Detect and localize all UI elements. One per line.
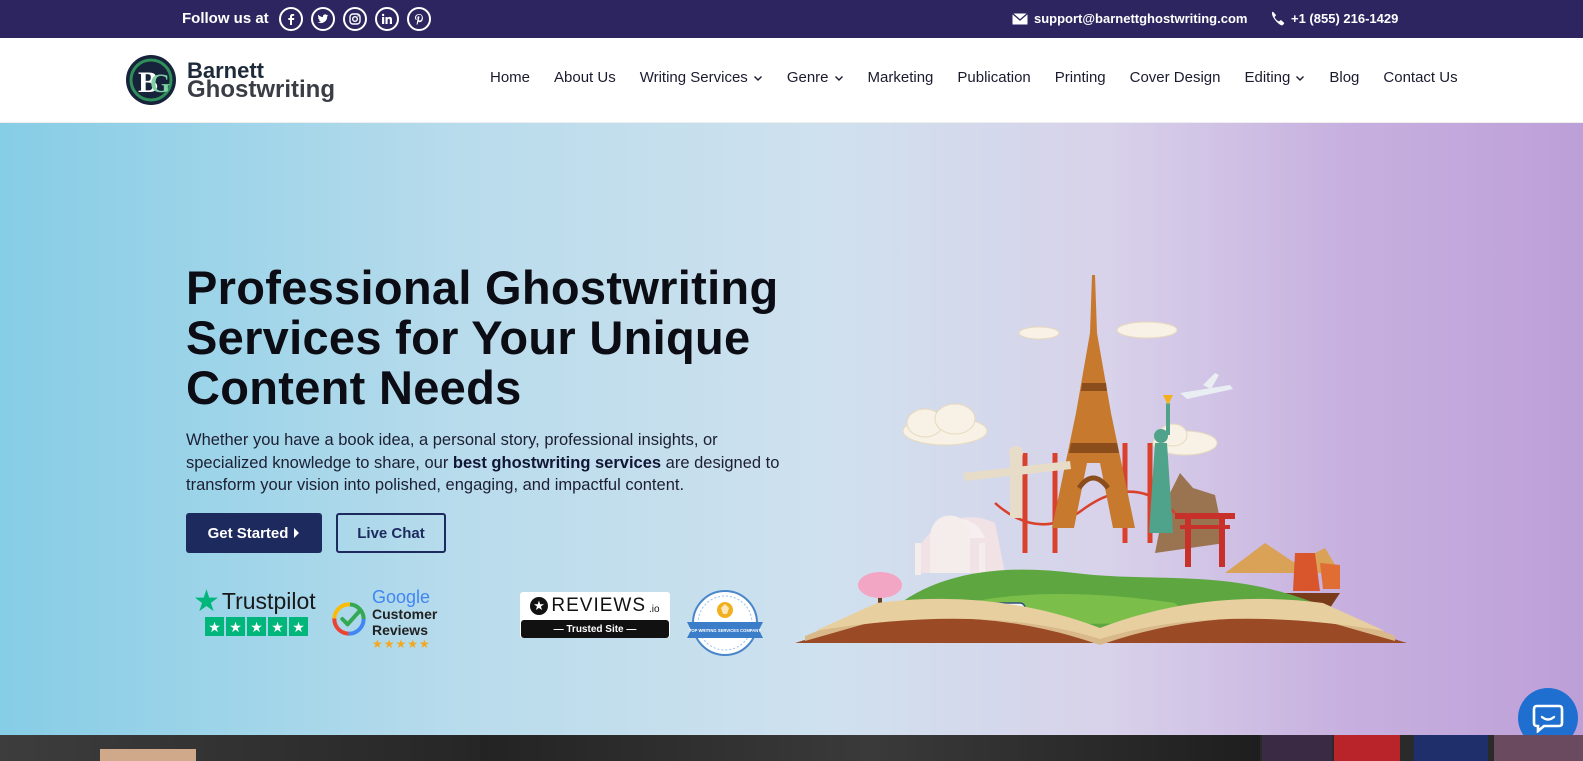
trustpilot-badge[interactable]: ★ Trustpilot ★ ★ ★ ★ ★	[193, 584, 323, 636]
follow-us-label: Follow us at	[182, 10, 269, 27]
hero-title-line-2: Services for Your Unique	[186, 311, 751, 364]
chat-icon	[1532, 704, 1564, 733]
nav-item-label: Marketing	[867, 69, 934, 86]
seal-text: TOP WRITING SERVICES COMPANY	[689, 628, 761, 633]
phone-link[interactable]: +1 (855) 216-1429	[1270, 11, 1398, 26]
nav-item-label: About Us	[554, 69, 616, 86]
google-reviews-badge[interactable]: Google Customer Reviews ★★★★★	[331, 588, 455, 650]
trustpilot-star-icon: ★	[193, 584, 220, 618]
trustpilot-label: Trustpilot	[221, 588, 316, 614]
twitter-icon[interactable]	[311, 7, 335, 31]
top-writing-services-seal[interactable]: TOP WRITING SERVICES COMPANY	[685, 588, 765, 658]
email-text: support@barnettghostwriting.com	[1034, 11, 1248, 26]
chevron-down-icon	[834, 75, 843, 81]
nav-item-label: Publication	[957, 69, 1031, 86]
nav-item-printing[interactable]: Printing	[1055, 69, 1106, 86]
nav-item-label: Writing Services	[639, 69, 748, 86]
nav-item-contact-us[interactable]: Contact Us	[1383, 69, 1457, 86]
nav-item-publication[interactable]: Publication	[957, 69, 1030, 86]
airplane-icon	[1180, 373, 1233, 399]
hero-description: Whether you have a book idea, a personal…	[186, 429, 786, 497]
book-cover-3	[1414, 735, 1488, 761]
trustpilot-stars: ★ ★ ★ ★ ★	[205, 617, 323, 636]
logo-line-2: Ghostwriting	[187, 76, 335, 103]
strip-image-left	[0, 735, 480, 761]
phone-icon	[1271, 11, 1285, 26]
nav-item-home[interactable]: Home	[490, 69, 530, 86]
pinterest-icon[interactable]	[407, 7, 431, 31]
nav-item-label: Genre	[786, 69, 829, 86]
top-bar: Follow us at support@barnettghostwriting…	[0, 0, 1583, 38]
hero-title-line-1: Professional Ghostwriting	[186, 261, 779, 314]
caret-right-icon	[294, 528, 300, 538]
google-customer-reviews-label: Customer Reviews	[371, 606, 438, 638]
reviews-brand: REVIEWS	[551, 595, 647, 616]
world-landmarks-book-illustration	[795, 275, 1407, 645]
hero-title-line-3: Content Needs	[186, 361, 522, 414]
hero-section: Professional Ghostwriting Services for Y…	[0, 123, 1583, 748]
book-cover-1	[1262, 735, 1332, 761]
strip-label-block	[100, 749, 196, 761]
google-stars: ★★★★★	[371, 637, 431, 651]
hero-desc-link[interactable]: best ghostwriting services	[453, 454, 661, 472]
site-logo[interactable]: B G Barnett Ghostwriting	[121, 54, 335, 106]
instagram-icon[interactable]	[343, 7, 367, 31]
site-header: B G Barnett Ghostwriting Home About Us Wri…	[0, 38, 1583, 123]
reviews-tagline: — Trusted Site —	[521, 620, 669, 638]
facebook-icon[interactable]	[279, 7, 303, 31]
live-chat-label: Live Chat	[357, 524, 425, 542]
phone-text: +1 (855) 216-1429	[1291, 11, 1399, 26]
google-label: Google	[371, 587, 430, 607]
nav-item-label: Editing	[1244, 69, 1291, 86]
reviews-suffix: .io	[649, 603, 660, 615]
book-cover-2	[1334, 735, 1400, 761]
nav-item-label: Contact Us	[1383, 69, 1458, 86]
next-section-preview	[0, 735, 1583, 761]
main-nav: Home About Us Writing Services Genre Marketi…	[490, 69, 1458, 86]
live-chat-button[interactable]: Live Chat	[336, 513, 446, 553]
star-icon: ★	[205, 617, 224, 636]
nav-item-cover-design[interactable]: Cover Design	[1130, 69, 1221, 86]
chevron-down-icon	[1296, 75, 1305, 81]
social-links	[279, 7, 431, 31]
statue-of-liberty-icon	[1149, 395, 1173, 533]
nav-item-editing[interactable]: Editing	[1245, 69, 1306, 86]
strip-image-mid	[480, 735, 1260, 761]
email-link[interactable]: support@barnettghostwriting.com	[1012, 11, 1247, 26]
star-icon: ★	[247, 617, 266, 636]
star-icon: ★	[268, 617, 287, 636]
chevron-down-icon	[753, 75, 762, 81]
nav-item-about-us[interactable]: About Us	[554, 69, 616, 86]
reviews-star-icon: ★	[530, 597, 549, 615]
get-started-label: Get Started	[207, 524, 289, 542]
google-check-icon	[332, 602, 366, 636]
hero-title: Professional Ghostwriting Services for Y…	[186, 263, 826, 413]
nav-item-writing-services[interactable]: Writing Services	[640, 69, 763, 86]
star-icon: ★	[226, 617, 245, 636]
nav-item-label: Printing	[1054, 69, 1106, 86]
mail-icon	[1012, 12, 1028, 24]
eiffel-tower-icon	[1052, 275, 1135, 528]
nav-item-blog[interactable]: Blog	[1329, 69, 1359, 86]
reviews-io-badge[interactable]: ★ REVIEWS .io — Trusted Site —	[520, 592, 670, 638]
nav-item-label: Home	[490, 69, 531, 86]
nav-item-marketing[interactable]: Marketing	[868, 69, 934, 86]
nav-item-label: Cover Design	[1129, 69, 1221, 86]
logo-mark-icon: B G	[126, 55, 176, 105]
linkedin-icon[interactable]	[375, 7, 399, 31]
nav-item-label: Blog	[1329, 69, 1360, 86]
svg-text:G: G	[150, 69, 170, 98]
star-icon: ★	[289, 617, 308, 636]
get-started-button[interactable]: Get Started	[186, 513, 322, 553]
book-cover-4	[1494, 735, 1583, 761]
nav-item-genre[interactable]: Genre	[787, 69, 844, 86]
